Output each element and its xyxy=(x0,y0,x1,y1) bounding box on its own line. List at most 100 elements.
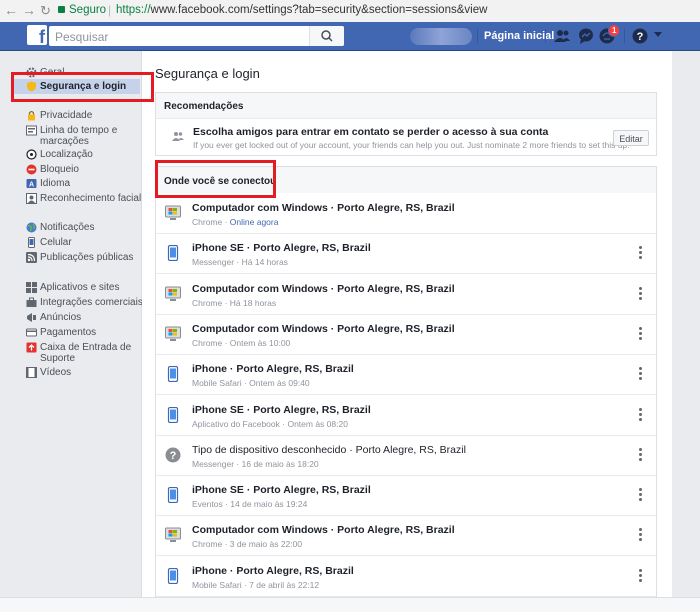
more-options-icon[interactable] xyxy=(639,367,643,381)
home-link[interactable]: Página inicial xyxy=(484,30,554,42)
back-arrow-icon[interactable]: ← xyxy=(4,2,18,18)
session-location: · Porto Alegre, RS, Brazil xyxy=(243,403,371,416)
sidebar-item-linha-do-tempo[interactable]: Linha do tempo e marcações xyxy=(26,125,135,147)
nav-divider xyxy=(477,29,478,43)
more-options-icon[interactable] xyxy=(639,528,643,542)
recommendations-header: Recomendações xyxy=(156,93,656,119)
meta-separator: · xyxy=(222,217,230,227)
more-options-icon[interactable] xyxy=(639,286,643,301)
svg-text:?: ? xyxy=(170,450,177,462)
session-location: · Porto Alegre, RS, Brazil xyxy=(346,443,466,456)
session-row: iPhone · Porto Alegre, RS, Brazil Mobile … xyxy=(156,354,656,396)
session-title: Computador com Windows · Porto Alegre, R… xyxy=(192,524,455,536)
sidebar-item-notificacoes[interactable]: Notificações xyxy=(26,220,94,235)
session-device: iPhone SE xyxy=(192,242,244,255)
search-icon xyxy=(321,30,333,42)
friend-requests-icon[interactable] xyxy=(553,27,571,45)
meta-separator: · xyxy=(222,539,230,550)
session-row: Computador com Windows · Porto Alegre, R… xyxy=(156,515,656,557)
sidebar-item-integracoes-comerciais[interactable]: Integrações comerciais xyxy=(26,295,143,310)
sidebar-item-aplicativos[interactable]: Aplicativos e sites xyxy=(26,280,119,295)
sidebar-item-geral[interactable]: Geral xyxy=(26,65,64,80)
session-row: ? Tipo de dispositivo desconhecido · Port… xyxy=(156,435,656,476)
session-location: · Porto Alegre, RS, Brazil xyxy=(227,564,354,577)
messenger-icon[interactable] xyxy=(577,27,595,45)
session-meta: Messenger · Há 14 horas xyxy=(192,257,288,267)
gear-icon xyxy=(26,67,37,78)
session-app: Chrome xyxy=(192,337,223,348)
sidebar-item-seguranca-e-login[interactable]: Segurança e login xyxy=(26,79,126,94)
sidebar-item-localizacao[interactable]: Localização xyxy=(26,147,93,162)
session-time: Há 14 horas xyxy=(241,257,288,268)
browser-address-bar: ← → ↻ Seguro | https://www.facebook.com/… xyxy=(0,0,700,23)
meta-separator: · xyxy=(222,337,230,348)
sessions-panel-header: Onde você se conectou xyxy=(155,166,657,194)
search-button[interactable] xyxy=(309,26,344,46)
sidebar-item-anuncios[interactable]: Anúncios xyxy=(26,310,81,325)
more-options-icon[interactable] xyxy=(639,568,643,583)
sidebar-item-bloqueio[interactable]: Bloqueio xyxy=(26,162,79,177)
session-row: iPhone SE · Porto Alegre, RS, Brazil Even… xyxy=(156,475,656,517)
block-icon xyxy=(26,164,37,175)
sidebar-item-videos[interactable]: Vídeos xyxy=(26,365,71,380)
sidebar-item-idioma[interactable]: A Idioma xyxy=(26,176,70,191)
profile-link-blurred[interactable] xyxy=(410,28,472,45)
more-options-icon[interactable] xyxy=(639,447,643,462)
session-app: Eventos xyxy=(192,499,223,510)
more-options-icon[interactable] xyxy=(639,246,643,260)
session-time[interactable]: Online agora xyxy=(230,217,279,227)
sidebar-item-reconhecimento-facial[interactable]: Reconhecimento facial xyxy=(26,191,141,206)
secure-label: Seguro xyxy=(69,4,107,16)
session-row: iPhone SE · Porto Alegre, RS, Brazil Mess… xyxy=(156,233,656,275)
session-device: Computador com Windows xyxy=(192,282,328,295)
edit-button[interactable]: Editar xyxy=(613,130,649,146)
more-options-icon[interactable] xyxy=(639,488,643,502)
payments-icon xyxy=(26,328,37,337)
more-options-icon[interactable] xyxy=(639,326,643,341)
search-box xyxy=(49,26,344,46)
meta-separator: · xyxy=(234,257,242,268)
account-menu-icon[interactable] xyxy=(653,31,663,39)
session-time: Ontem às 09:40 xyxy=(249,378,310,389)
windows-computer-icon xyxy=(165,326,181,345)
session-meta: Aplicativo do Facebook · Ontem às 08:20 xyxy=(192,419,348,429)
session-device: iPhone SE xyxy=(192,403,244,416)
session-location: · Porto Alegre, RS, Brazil xyxy=(243,484,371,497)
session-app: Messenger xyxy=(192,257,235,268)
session-time: Ontem às 08:20 xyxy=(287,418,348,429)
session-app: Chrome xyxy=(192,297,223,308)
url-field[interactable]: https://www.facebook.com/settings?tab=se… xyxy=(116,4,487,16)
session-time: 7 de abril às 22:12 xyxy=(249,579,320,590)
session-app: Chrome xyxy=(192,217,223,227)
help-icon[interactable]: ? xyxy=(631,27,649,45)
apps-icon xyxy=(26,282,37,293)
more-options-icon[interactable] xyxy=(639,407,643,422)
session-title: iPhone SE · Porto Alegre, RS, Brazil xyxy=(192,484,371,496)
session-app: Chrome xyxy=(192,539,223,550)
support-inbox-icon xyxy=(26,342,37,353)
forward-arrow-icon[interactable]: → xyxy=(22,2,36,18)
session-title: Computador com Windows · Porto Alegre, R… xyxy=(192,323,455,335)
session-app: Mobile Safari xyxy=(192,378,242,389)
nav-divider xyxy=(545,29,546,43)
notification-badge: 1 xyxy=(608,24,621,37)
facebook-logo[interactable]: f xyxy=(27,25,47,45)
session-row: Computador com Windows · Porto Alegre, R… xyxy=(156,193,656,234)
session-device: Computador com Windows xyxy=(192,202,328,214)
session-meta: Messenger · 16 de maio às 18:20 xyxy=(192,459,319,469)
session-row: Computador com Windows · Porto Alegre, R… xyxy=(156,274,656,315)
sidebar-item-pagamentos[interactable]: Pagamentos xyxy=(26,325,96,340)
sidebar-item-caixa-de-suporte[interactable]: Caixa de Entrada de Suporte xyxy=(26,342,135,364)
phone-icon xyxy=(165,486,181,506)
svg-text:?: ? xyxy=(637,31,644,43)
sidebar-item-privacidade[interactable]: Privacidade xyxy=(26,108,92,123)
facebook-top-bar: f Página inicial 1 ? xyxy=(0,22,700,51)
reload-icon[interactable]: ↻ xyxy=(40,3,51,19)
secure-indicator[interactable]: Seguro xyxy=(58,4,106,16)
url-divider: | xyxy=(108,3,112,17)
sidebar-item-publicacoes-publicas[interactable]: Publicações públicas xyxy=(26,250,133,265)
business-icon xyxy=(26,297,37,307)
search-input[interactable] xyxy=(53,28,317,46)
sessions-header: Onde você se conectou xyxy=(156,167,656,194)
sidebar-item-celular[interactable]: Celular xyxy=(26,235,72,250)
